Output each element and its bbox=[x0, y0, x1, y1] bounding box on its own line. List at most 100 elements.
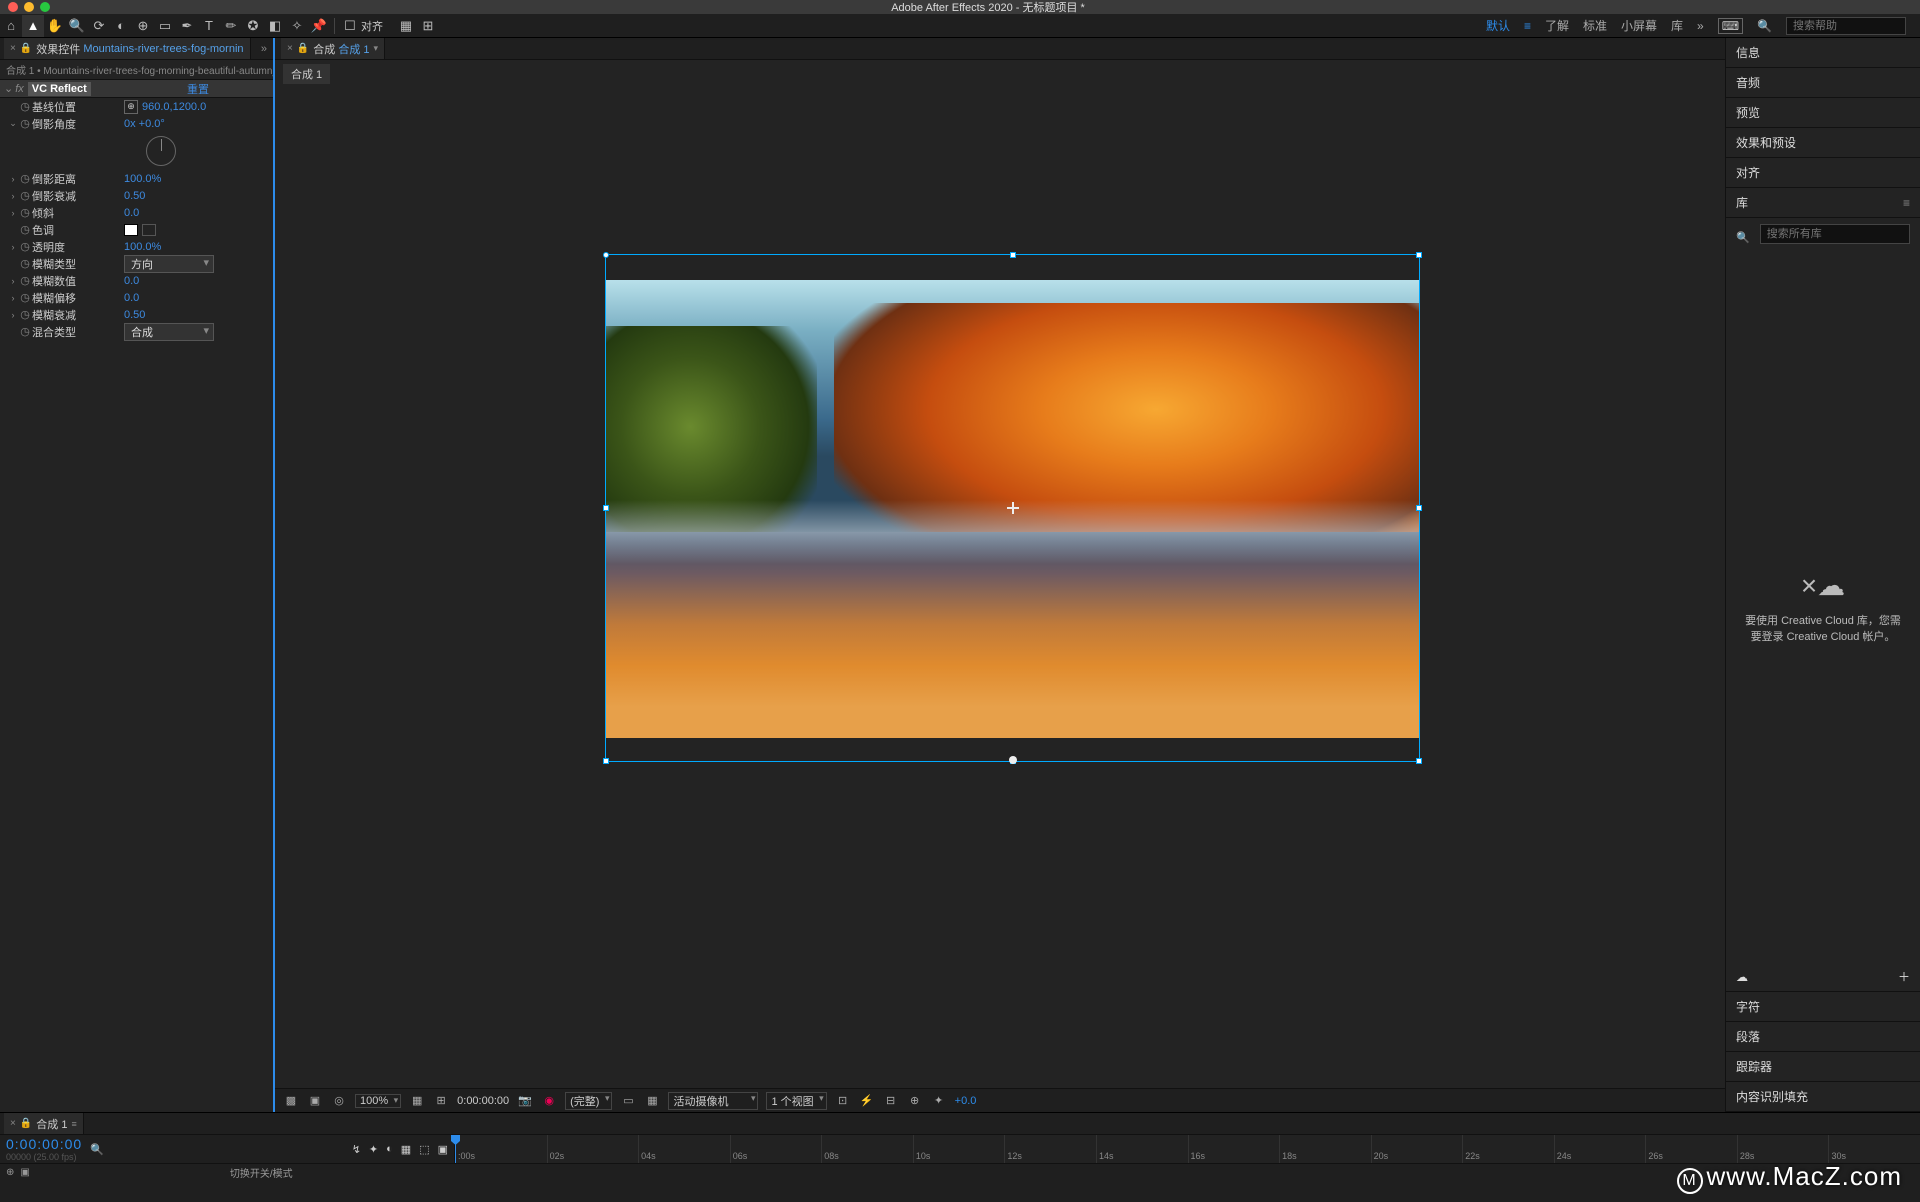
fast-preview-icon[interactable]: ⚡ bbox=[859, 1094, 875, 1107]
close-icon[interactable]: × bbox=[10, 1118, 16, 1129]
handle-lm[interactable] bbox=[603, 505, 609, 511]
snapshot-icon[interactable]: 📷 bbox=[517, 1094, 533, 1107]
add-icon[interactable]: ＋ bbox=[1898, 968, 1910, 985]
panel-content-aware[interactable]: 内容识别填充 bbox=[1726, 1082, 1920, 1112]
traffic-max[interactable] bbox=[40, 2, 50, 12]
zoom-tool-icon[interactable]: 🔍 bbox=[66, 15, 88, 37]
value-refl-dist[interactable]: 100.0% bbox=[124, 173, 161, 185]
guides-icon[interactable]: ⊞ bbox=[433, 1094, 449, 1107]
traffic-close[interactable] bbox=[8, 2, 18, 12]
graph-editor-icon[interactable]: ▦ bbox=[401, 1143, 411, 1156]
stopwatch-icon[interactable]: ◷ bbox=[18, 100, 32, 113]
exposure-reset-icon[interactable]: ✦ bbox=[931, 1094, 947, 1107]
expand-icon[interactable]: › bbox=[8, 174, 18, 184]
expand-icon[interactable]: › bbox=[8, 293, 18, 303]
home-icon[interactable]: ⌂ bbox=[0, 15, 22, 37]
chevron-down-icon[interactable]: ▾ bbox=[374, 43, 379, 54]
timeline-expand-icon[interactable]: ⊕ bbox=[6, 1167, 14, 1178]
fx-badge-icon[interactable]: fx bbox=[15, 83, 24, 95]
lock-icon[interactable]: 🔒 bbox=[297, 43, 309, 54]
resolution-dropdown[interactable]: (完整) bbox=[565, 1092, 612, 1110]
layer-bounding-box[interactable] bbox=[605, 254, 1420, 762]
stopwatch-icon[interactable]: ◷ bbox=[18, 274, 32, 287]
angle-dial[interactable] bbox=[146, 136, 176, 166]
expand-icon[interactable]: › bbox=[8, 191, 18, 201]
workspace-lib[interactable]: 库 bbox=[1671, 17, 1683, 34]
keyboard-icon[interactable]: ⌨ bbox=[1718, 18, 1743, 34]
roto-tool-icon[interactable]: ◐ bbox=[110, 15, 132, 37]
workspace-default[interactable]: 默认 bbox=[1486, 17, 1510, 34]
timeline-zoom-icon[interactable]: ▣ bbox=[20, 1167, 29, 1178]
anchor-point-icon[interactable] bbox=[1007, 502, 1019, 514]
panel-character[interactable]: 字符 bbox=[1726, 992, 1920, 1022]
pin-tool-icon[interactable]: 📌 bbox=[308, 15, 330, 37]
views-dropdown[interactable]: 1 个视图 bbox=[766, 1092, 826, 1110]
panel-effects-presets[interactable]: 效果和预设 bbox=[1726, 128, 1920, 158]
shape-tool-icon[interactable]: ▭ bbox=[154, 15, 176, 37]
pixel-aspect-icon[interactable]: ⊡ bbox=[835, 1094, 851, 1107]
handle-br[interactable] bbox=[1416, 758, 1422, 764]
panel-paragraph[interactable]: 段落 bbox=[1726, 1022, 1920, 1052]
mask-mode-icon[interactable]: ▦ bbox=[395, 15, 417, 37]
workspace-learn[interactable]: 了解 bbox=[1545, 17, 1569, 34]
stopwatch-icon[interactable]: ◷ bbox=[18, 240, 32, 253]
brush-tool-icon[interactable]: ✏ bbox=[220, 15, 242, 37]
expand-icon[interactable]: › bbox=[8, 242, 18, 252]
render-icon[interactable]: ▣ bbox=[438, 1143, 448, 1156]
playhead[interactable] bbox=[455, 1135, 456, 1163]
reflect-floor-handle[interactable] bbox=[1009, 756, 1017, 764]
value-opacity[interactable]: 100.0% bbox=[124, 241, 161, 253]
value-blur-offset[interactable]: 0.0 bbox=[124, 292, 139, 304]
transparency-icon[interactable]: ▦ bbox=[644, 1094, 660, 1107]
snap-toggle-icon[interactable]: ☐ bbox=[339, 15, 361, 37]
flowchart-icon[interactable]: ⊕ bbox=[907, 1094, 923, 1107]
stopwatch-icon[interactable]: ◷ bbox=[18, 189, 32, 202]
stopwatch-icon[interactable]: ◷ bbox=[18, 117, 32, 130]
library-search-input[interactable] bbox=[1760, 224, 1910, 244]
composition-tab[interactable]: × 🔒 合成 合成 1 ▾ bbox=[281, 38, 385, 59]
grid-icon[interactable]: ▦ bbox=[409, 1094, 425, 1107]
camera-dropdown[interactable]: 活动摄像机 bbox=[668, 1092, 758, 1110]
roi-icon[interactable]: ▭ bbox=[620, 1094, 636, 1107]
anchor-tool-icon[interactable]: ⊕ bbox=[132, 15, 154, 37]
handle-tm[interactable] bbox=[1010, 252, 1016, 258]
value-refl-falloff[interactable]: 0.50 bbox=[124, 190, 145, 202]
stopwatch-icon[interactable]: ◷ bbox=[18, 257, 32, 270]
toggle-switches-modes[interactable]: 切换开关/模式 bbox=[230, 1165, 293, 1180]
color-mgmt-icon[interactable]: ◉ bbox=[541, 1094, 557, 1107]
effect-header[interactable]: ⌄ fx VC Reflect 重置 bbox=[0, 80, 273, 98]
traffic-min[interactable] bbox=[24, 2, 34, 12]
chevron-down-icon[interactable]: ≡ bbox=[71, 1119, 76, 1129]
eraser-tool-icon[interactable]: ◧ bbox=[264, 15, 286, 37]
collapse-icon[interactable]: ⌄ bbox=[4, 82, 13, 95]
alpha-icon[interactable]: ▩ bbox=[283, 1094, 299, 1107]
expand-icon[interactable]: › bbox=[8, 276, 18, 286]
value-skew[interactable]: 0.0 bbox=[124, 207, 139, 219]
handle-rm[interactable] bbox=[1416, 505, 1422, 511]
hand-tool-icon[interactable]: ✋ bbox=[44, 15, 66, 37]
stopwatch-icon[interactable]: ◷ bbox=[18, 308, 32, 321]
stopwatch-icon[interactable]: ◷ bbox=[18, 172, 32, 185]
color-swatch[interactable] bbox=[124, 224, 138, 236]
timeline-search-icon[interactable]: 🔍 bbox=[90, 1143, 104, 1156]
workspace-standard[interactable]: 标准 bbox=[1583, 17, 1607, 34]
panel-preview[interactable]: 预览 bbox=[1726, 98, 1920, 128]
reset-button[interactable]: 重置 bbox=[187, 81, 269, 97]
puppet-tool-icon[interactable]: ✧ bbox=[286, 15, 308, 37]
stopwatch-icon[interactable]: ◷ bbox=[18, 291, 32, 304]
stopwatch-icon[interactable]: ◷ bbox=[18, 206, 32, 219]
mini-flowchart-chip[interactable]: 合成 1 bbox=[283, 64, 330, 84]
text-tool-icon[interactable]: T bbox=[198, 15, 220, 37]
panel-tracker[interactable]: 跟踪器 bbox=[1726, 1052, 1920, 1082]
ws-menu-icon[interactable]: ≡ bbox=[1524, 19, 1531, 33]
help-search-input[interactable] bbox=[1786, 17, 1906, 35]
target-icon[interactable]: ⊕ bbox=[124, 100, 138, 114]
orbit-tool-icon[interactable]: ⟳ bbox=[88, 15, 110, 37]
cloud-sync-icon[interactable]: ☁ bbox=[1736, 970, 1748, 984]
panel-info[interactable]: 信息 bbox=[1726, 38, 1920, 68]
close-icon[interactable]: × bbox=[10, 43, 16, 54]
viewer-canvas[interactable] bbox=[275, 84, 1725, 1088]
value-blur-falloff[interactable]: 0.50 bbox=[124, 309, 145, 321]
exposure-value[interactable]: +0.0 bbox=[955, 1095, 977, 1107]
value-blur-amount[interactable]: 0.0 bbox=[124, 275, 139, 287]
